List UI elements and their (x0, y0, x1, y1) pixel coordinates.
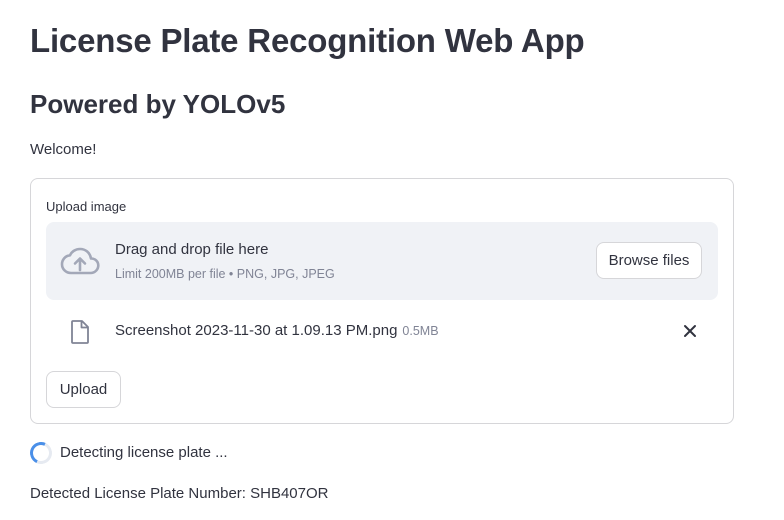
file-name-text: Screenshot 2023-11-30 at 1.09.13 PM.png (115, 322, 398, 339)
browse-files-button[interactable]: Browse files (596, 242, 702, 279)
cloud-upload-icon (60, 246, 100, 276)
close-icon[interactable] (682, 323, 698, 339)
dropzone-limit: Limit 200MB per file • PNG, JPG, JPEG (115, 267, 335, 281)
app-page: License Plate Recognition Web App Powere… (0, 0, 784, 520)
dropzone-title: Drag and drop file here (115, 241, 269, 258)
uploaded-file-name: Screenshot 2023-11-30 at 1.09.13 PM.png 0… (115, 322, 439, 339)
upload-label: Upload image (46, 199, 127, 214)
upload-button[interactable]: Upload (46, 371, 121, 408)
page-title: License Plate Recognition Web App (30, 22, 585, 59)
page-subtitle: Powered by YOLOv5 (30, 89, 286, 119)
file-dropzone[interactable]: Drag and drop file here Limit 200MB per … (46, 222, 718, 300)
uploaded-file-row: Screenshot 2023-11-30 at 1.09.13 PM.png 0… (46, 313, 718, 349)
welcome-text: Welcome! (30, 141, 97, 158)
status-text: Detecting license plate ... (60, 444, 228, 461)
spinner-icon (26, 438, 56, 468)
detected-plate-result: Detected License Plate Number: SHB407OR (30, 485, 329, 502)
upload-form: Upload image Drag and drop file here Lim… (30, 178, 734, 424)
file-icon (68, 319, 92, 345)
file-size: 0.5MB (402, 324, 439, 338)
